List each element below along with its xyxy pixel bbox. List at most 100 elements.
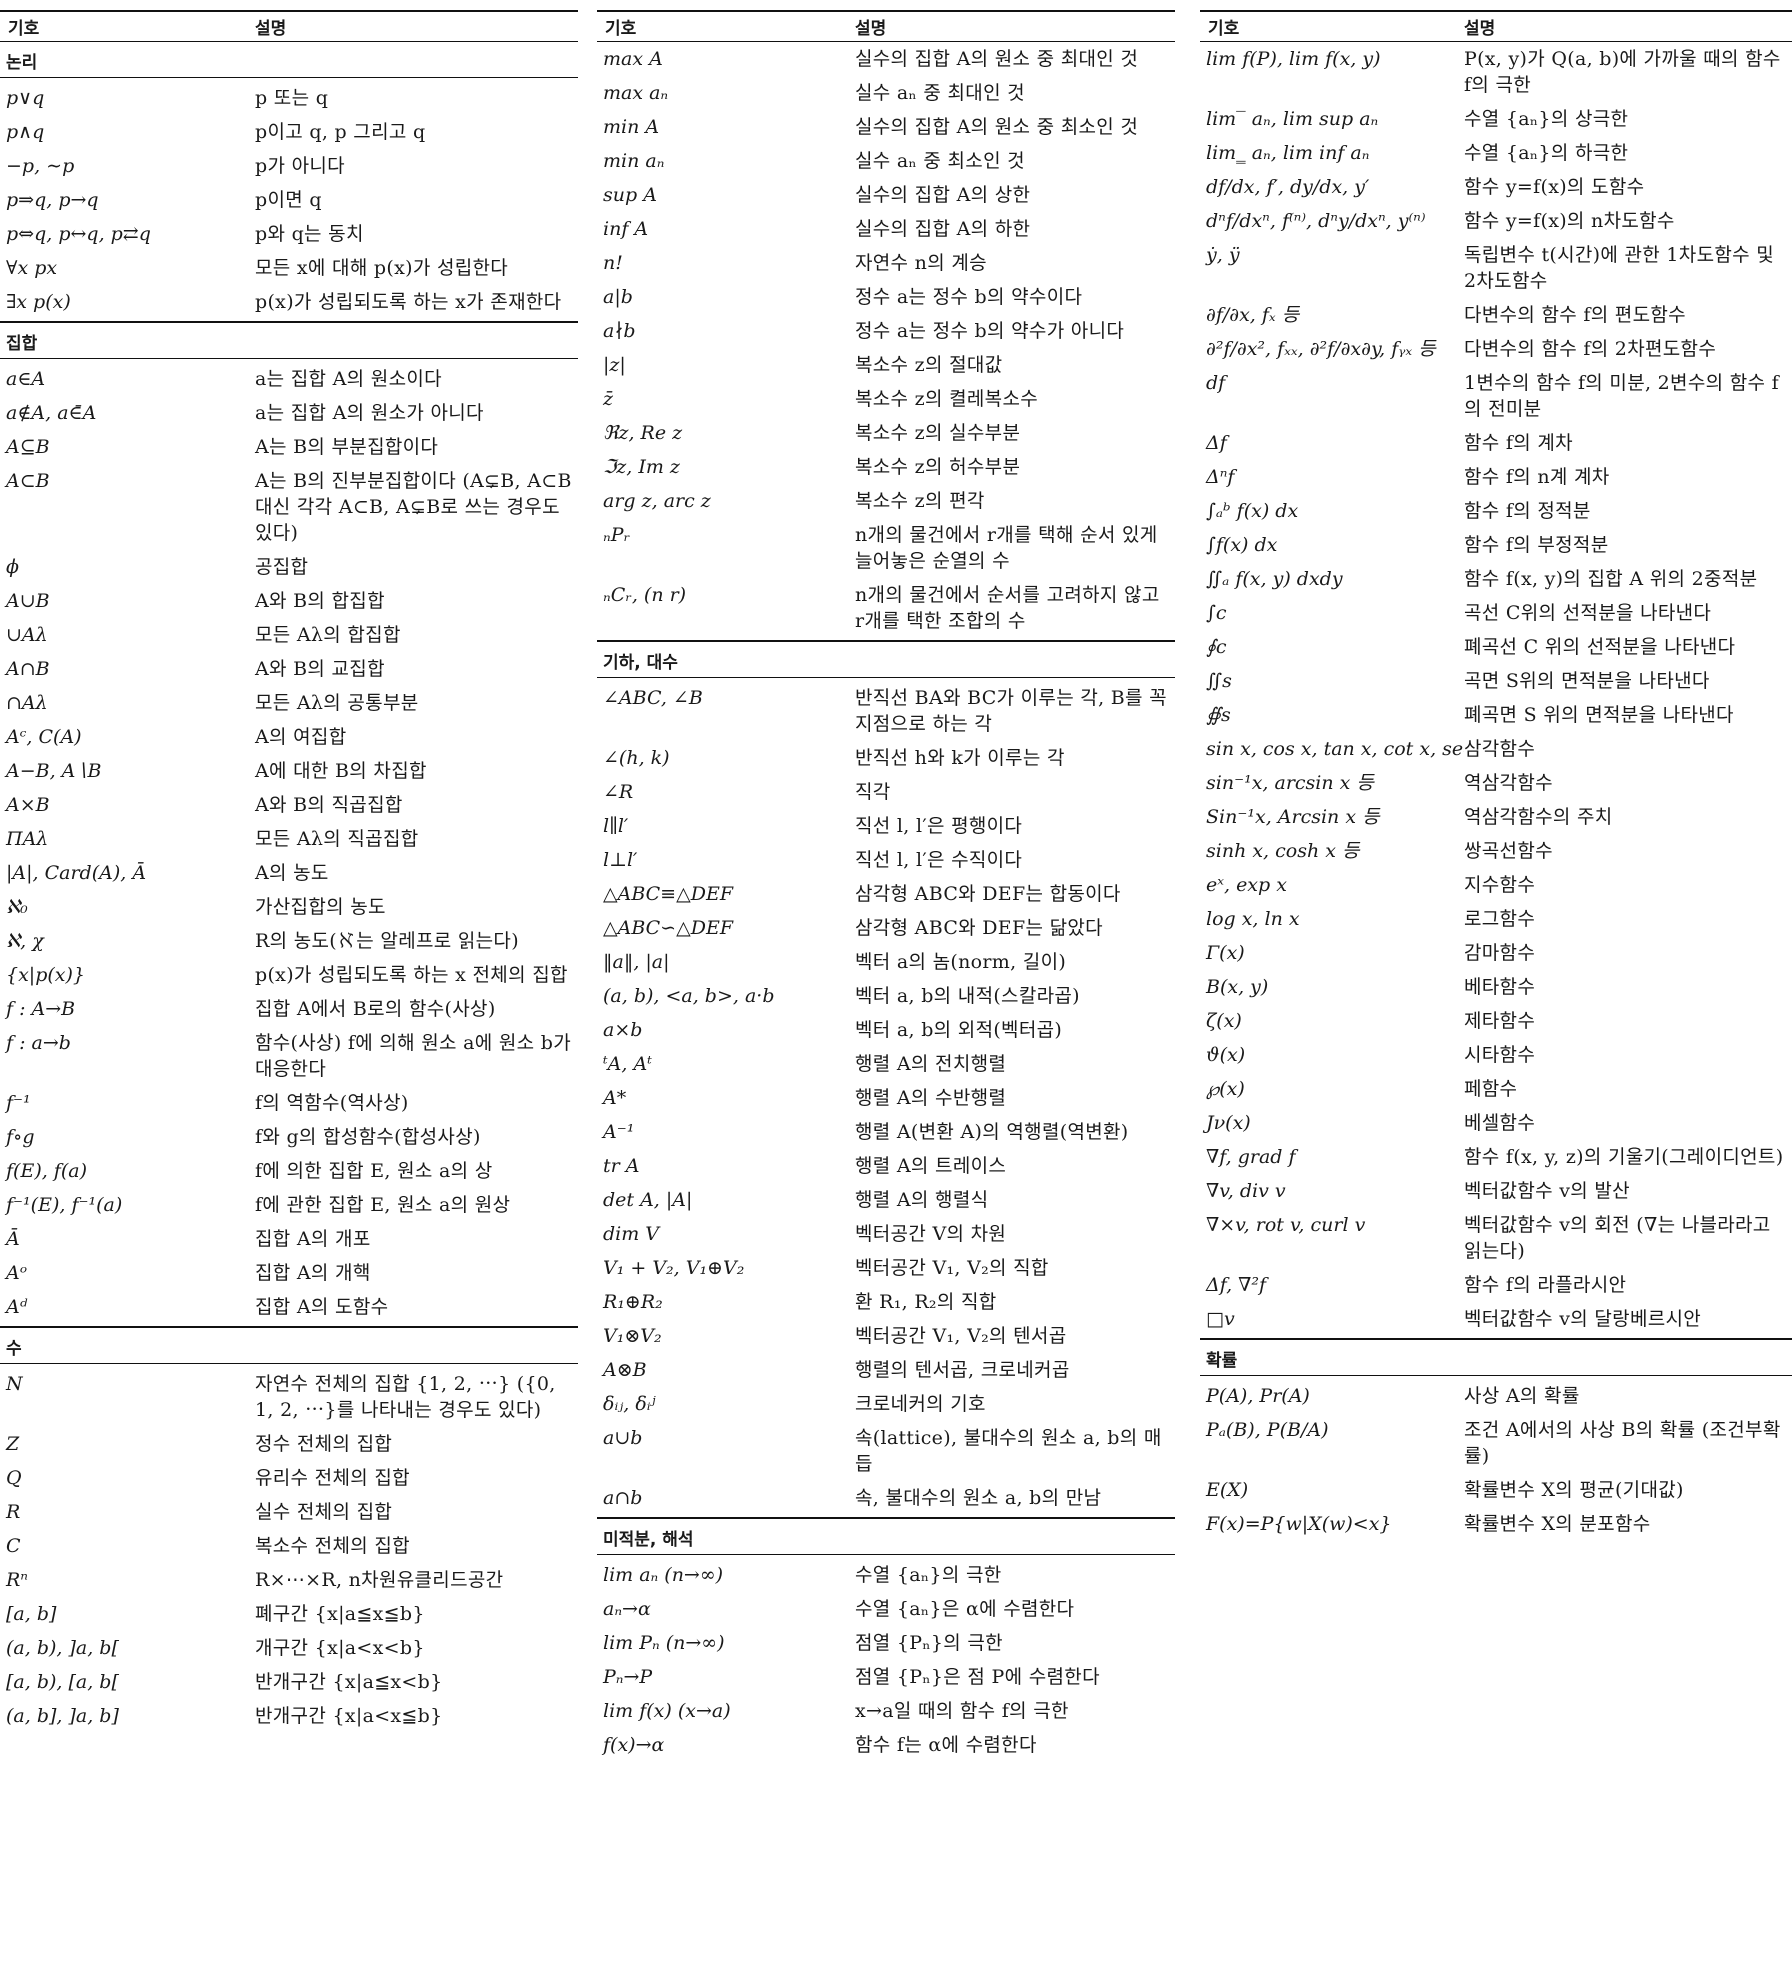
description-cell: 반직선 BA와 BC가 이루는 각, B를 꼭지점으로 하는 각 bbox=[855, 687, 1167, 735]
description-cell: 정수 a는 정수 b의 약수가 아니다 bbox=[855, 320, 1125, 342]
table-row: ẏ, ÿ 독립변수 t(시간)에 관한 1차도함수 및 2차도함수 bbox=[1200, 238, 1792, 298]
table-row: A−B, A∖B A에 대한 B의 차집합 bbox=[0, 754, 578, 788]
table-row: sin⁻¹x, arcsin x 등 역삼각함수 bbox=[1200, 766, 1792, 800]
description-cell: R의 농도(ℵ는 알레프로 읽는다) bbox=[255, 930, 519, 952]
table-row: dim V 벡터공간 V의 차원 bbox=[597, 1217, 1175, 1251]
table-row: lim f(P), lim f(x, y) P(x, y)가 Q(a, b)에 가… bbox=[1200, 42, 1792, 102]
symbol-cell: A×B bbox=[6, 794, 50, 816]
table-row: min A 실수의 집합 A의 원소 중 최소인 것 bbox=[597, 110, 1175, 144]
description-cell: 실수 aₙ 중 최소인 것 bbox=[855, 150, 1025, 172]
symbol-cell: a∩b bbox=[603, 1487, 643, 1509]
description-cell: 속, 불대수의 원소 a, b의 만남 bbox=[855, 1487, 1102, 1509]
table-row: ∂²f/∂x², fₓₓ, ∂²f/∂x∂y, fᵧₓ 등 다변수의 함수 f의 … bbox=[1200, 332, 1792, 366]
description-cell: 집합 A의 개포 bbox=[255, 1228, 371, 1250]
symbol-cell: f∘g bbox=[6, 1126, 35, 1148]
description-cell: 복소수 z의 절대값 bbox=[855, 354, 1003, 376]
description-cell: 역삼각함수 bbox=[1464, 772, 1553, 794]
symbol-cell: ϑ(x) bbox=[1206, 1044, 1246, 1066]
symbol-cell: ∪Aλ bbox=[6, 624, 48, 646]
description-cell: 수열 {aₙ}의 극한 bbox=[855, 1564, 1002, 1586]
symbol-cell: A−B, A∖B bbox=[6, 760, 102, 782]
table-row: ζ(x) 제타함수 bbox=[1200, 1004, 1792, 1038]
description-cell: a는 집합 A의 원소가 아니다 bbox=[255, 402, 484, 424]
table-row: lim aₙ (n→∞) 수열 {aₙ}의 극한 bbox=[597, 1558, 1175, 1592]
description-cell: 폐곡면 S 위의 면적분을 나타낸다 bbox=[1464, 704, 1734, 726]
symbol-cell: lim f(P), lim f(x, y) bbox=[1206, 48, 1381, 70]
description-cell: 벡터 a, b의 내적(스칼라곱) bbox=[855, 985, 1080, 1007]
symbol-cell: dim V bbox=[603, 1223, 660, 1245]
table-row: df 1변수의 함수 f의 미분, 2변수의 함수 f의 전미분 bbox=[1200, 366, 1792, 426]
table-row: n! 자연수 n의 계승 bbox=[597, 246, 1175, 280]
table-row: a∈A a는 집합 A의 원소이다 bbox=[0, 362, 578, 396]
symbol-cell: ∇×v, rot v, curl v bbox=[1206, 1214, 1366, 1236]
symbol-cell: ℜz, Re z bbox=[603, 422, 683, 444]
symbol-header: 기호 bbox=[8, 19, 40, 39]
description-cell: 벡터값함수 v의 회전 (∇는 나블라라고 읽는다) bbox=[1464, 1214, 1771, 1262]
section-title: 집합 bbox=[0, 321, 578, 359]
description-cell: 점열 {Pₙ}의 극한 bbox=[855, 1632, 1003, 1654]
symbol-cell: |A|, Card(A), Ā bbox=[6, 862, 147, 884]
symbol-cell: f⁻¹(E), f⁻¹(a) bbox=[6, 1194, 123, 1216]
table-row: |A|, Card(A), Ā A의 농도 bbox=[0, 856, 578, 890]
description-cell: A의 농도 bbox=[255, 862, 329, 884]
symbol-cell: F(x)=P{w|X(w)<x} bbox=[1206, 1513, 1392, 1535]
symbol-cell: lim‾ aₙ, lim sup aₙ bbox=[1206, 108, 1379, 130]
symbol-cell: ζ(x) bbox=[1206, 1010, 1242, 1032]
symbol-cell: ∂f/∂x, fₓ 등 bbox=[1206, 304, 1300, 326]
description-cell: 페함수 bbox=[1464, 1078, 1518, 1100]
symbol-cell: ℵ, χ bbox=[6, 930, 44, 952]
symbol-cell: [a, b), [a, b[ bbox=[6, 1671, 119, 1693]
symbol-cell: ∯s bbox=[1206, 704, 1231, 726]
table-row: sup A 실수의 집합 A의 상한 bbox=[597, 178, 1175, 212]
description-cell: 지수함수 bbox=[1464, 874, 1536, 896]
symbol-cell: ∬s bbox=[1206, 670, 1232, 692]
description-cell: 로그함수 bbox=[1464, 908, 1536, 930]
description-cell: f와 g의 합성함수(합성사상) bbox=[255, 1126, 481, 1148]
description-cell: 함수 f의 정적분 bbox=[1464, 500, 1591, 522]
table-row: □v 벡터값함수 v의 달랑베르시안 bbox=[1200, 1302, 1792, 1336]
description-cell: 직선 l, l′은 평행이다 bbox=[855, 815, 1023, 837]
description-cell: 조건 A에서의 사상 B의 확률 (조건부확률) bbox=[1464, 1419, 1781, 1467]
table-row: Q 유리수 전체의 집합 bbox=[0, 1461, 578, 1495]
description-cell: 수열 {aₙ}은 α에 수렴한다 bbox=[855, 1598, 1075, 1620]
symbol-cell: det A, |A| bbox=[603, 1189, 693, 1211]
symbol-cell: ∠ABC, ∠B bbox=[603, 687, 703, 709]
table-row: lim f(x) (x→a) x→a일 때의 함수 f의 극한 bbox=[597, 1694, 1175, 1728]
symbol-cell: a∈A bbox=[6, 368, 46, 390]
description-cell: 실수의 집합 A의 원소 중 최소인 것 bbox=[855, 116, 1139, 138]
symbol-cell: sinh x, cosh x 등 bbox=[1206, 840, 1360, 862]
description-cell: p가 아니다 bbox=[255, 155, 345, 177]
table-row: a|b 정수 a는 정수 b의 약수이다 bbox=[597, 280, 1175, 314]
table-row: a∤b 정수 a는 정수 b의 약수가 아니다 bbox=[597, 314, 1175, 348]
symbol-cell: tr A bbox=[603, 1155, 640, 1177]
description-cell: 벡터공간 V의 차원 bbox=[855, 1223, 1007, 1245]
table-row: Rⁿ R×⋯×R, n차원유클리드공간 bbox=[0, 1563, 578, 1597]
table-row: ∮c 폐곡선 C 위의 선적분을 나타낸다 bbox=[1200, 630, 1792, 664]
symbol-cell: Z bbox=[6, 1433, 20, 1455]
table-row: ϕ 공집합 bbox=[0, 550, 578, 584]
symbol-cell: C bbox=[6, 1535, 21, 1557]
symbol-cell: ∀x px bbox=[6, 257, 58, 279]
description-cell: n개의 물건에서 r개를 택해 순서 있게 늘어놓은 순열의 수 bbox=[855, 524, 1158, 572]
table-row: ∪Aλ 모든 Aλ의 합집합 bbox=[0, 618, 578, 652]
table-row: dⁿf/dxⁿ, f⁽ⁿ⁾, dⁿy/dxⁿ, y⁽ⁿ⁾ 함수 y=f(x)의 n… bbox=[1200, 204, 1792, 238]
description-cell: A는 B의 부분집합이다 bbox=[255, 436, 439, 458]
description-cell: 감마함수 bbox=[1464, 942, 1536, 964]
description-cell: A와 B의 교집합 bbox=[255, 658, 385, 680]
table-row: ∠R 직각 bbox=[597, 775, 1175, 809]
table-row: Sin⁻¹x, Arcsin x 등 역삼각함수의 주치 bbox=[1200, 800, 1792, 834]
table-row: E(X) 확률변수 X의 평균(기대값) bbox=[1200, 1473, 1792, 1507]
symbol-cell: Sin⁻¹x, Arcsin x 등 bbox=[1206, 806, 1380, 828]
description-cell: 행렬 A의 수반행렬 bbox=[855, 1087, 1007, 1109]
symbol-cell: ∮c bbox=[1206, 636, 1227, 658]
section-title: 논리 bbox=[0, 42, 578, 78]
table-row: △ABC∽△DEF 삼각형 ABC와 DEF는 닮았다 bbox=[597, 911, 1175, 945]
description-header: 설명 bbox=[1464, 19, 1496, 39]
table-row: eˣ, exp x 지수함수 bbox=[1200, 868, 1792, 902]
symbol-cell: Aᵈ bbox=[6, 1296, 28, 1318]
symbol-cell: ∇v, div v bbox=[1206, 1180, 1286, 1202]
symbol-cell: A⁻¹ bbox=[603, 1121, 635, 1143]
description-cell: 복소수 z의 편각 bbox=[855, 490, 985, 512]
symbol-cell: a×b bbox=[603, 1019, 643, 1041]
symbol-cell: f : a→b bbox=[6, 1032, 71, 1054]
